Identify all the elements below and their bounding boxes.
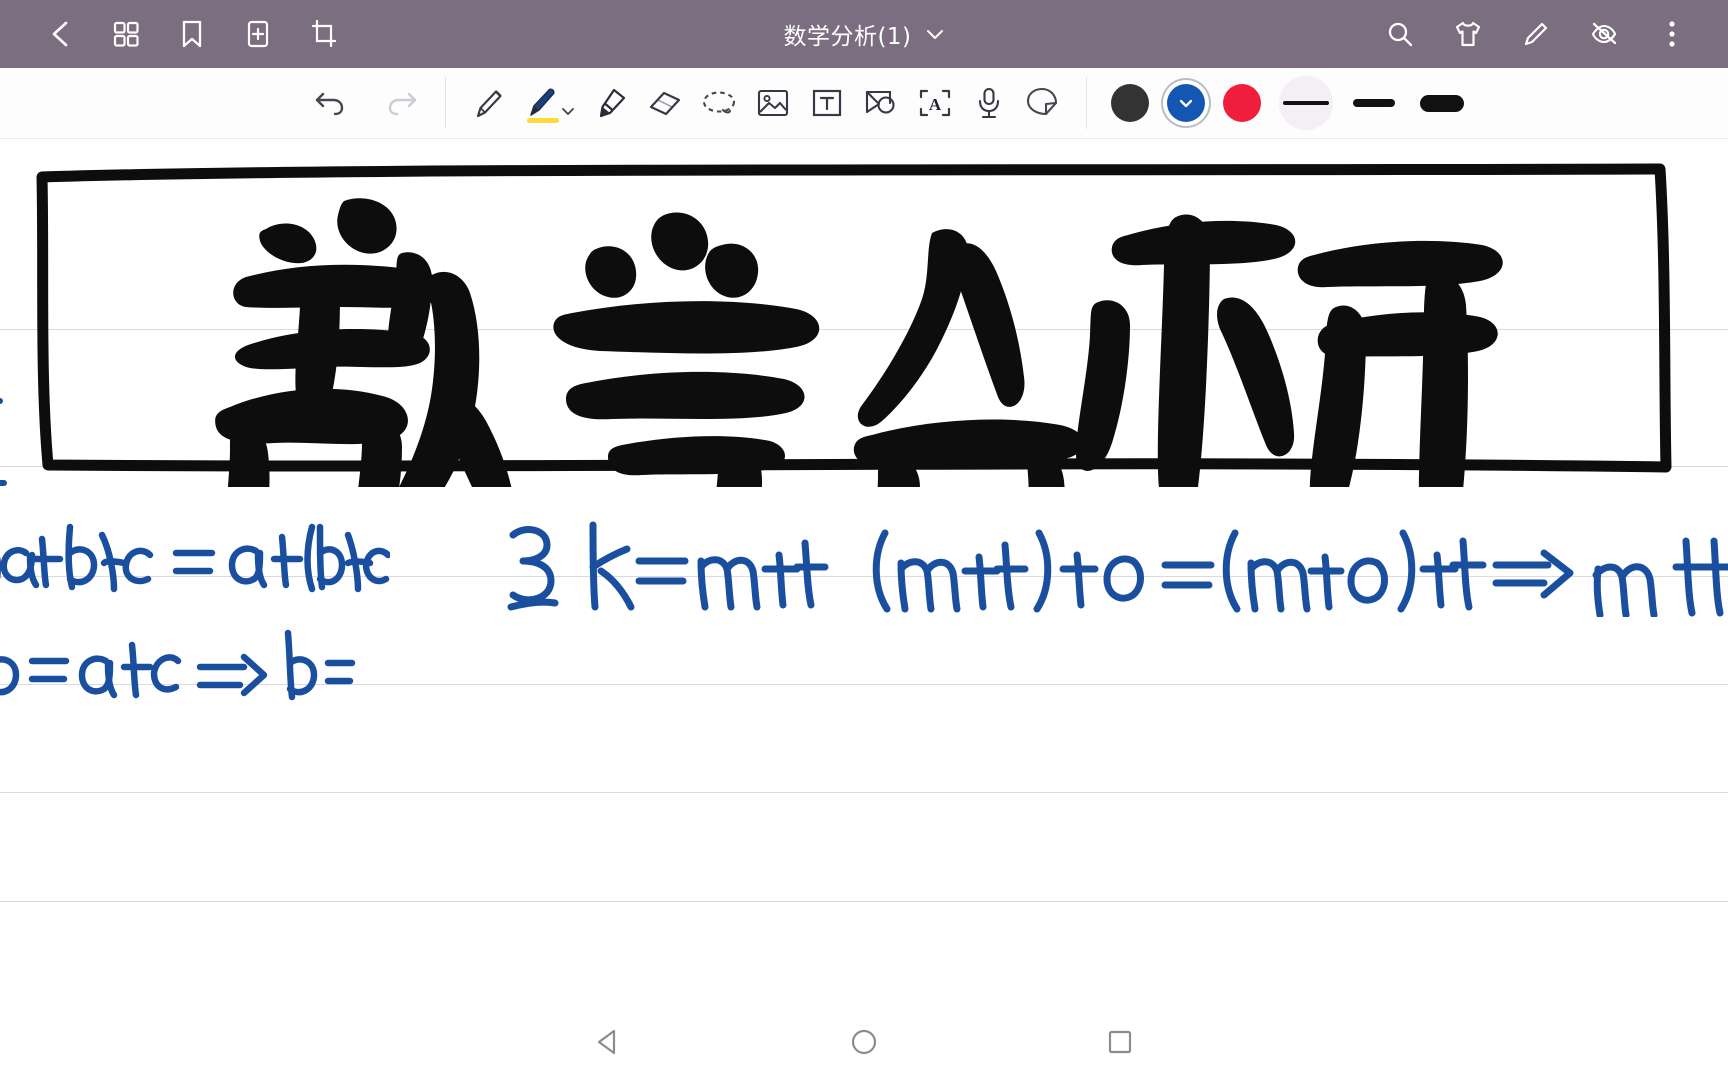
tool-textbox[interactable] <box>802 77 852 129</box>
android-navigation-bar <box>0 1008 1728 1080</box>
color-black[interactable] <box>1111 84 1149 122</box>
fountain-pen-icon <box>524 85 562 121</box>
tool-image[interactable] <box>748 77 798 129</box>
tool-highlighter[interactable] <box>586 77 636 129</box>
note-canvas[interactable]: 3 of 3 <box>0 139 1728 1080</box>
hide-ui-button[interactable] <box>1582 12 1626 56</box>
chevron-down-icon <box>1167 84 1205 122</box>
ruled-line <box>0 329 1728 330</box>
image-icon <box>756 88 790 118</box>
width-medium[interactable] <box>1347 76 1401 130</box>
grid-icon <box>112 20 140 48</box>
bookmark-button[interactable] <box>170 12 214 56</box>
color-group <box>1105 68 1261 138</box>
tool-eraser[interactable] <box>640 77 690 129</box>
tools-group: A <box>464 68 1068 138</box>
char-xi <box>1076 214 1503 487</box>
pencil-tool-icon <box>472 85 506 121</box>
appbar-right-actions <box>1378 12 1728 56</box>
stroke-preview-medium <box>1353 99 1395 107</box>
android-recents-button[interactable] <box>1090 1014 1150 1074</box>
edit-button[interactable] <box>1514 12 1558 56</box>
eraser-icon <box>647 87 683 119</box>
drawing-toolbar: A <box>0 68 1728 139</box>
stroke-preview-thick <box>1420 94 1464 112</box>
chevron-down-icon[interactable] <box>925 27 945 41</box>
more-button[interactable] <box>1650 12 1694 56</box>
search-button[interactable] <box>1378 12 1422 56</box>
appbar-left-actions <box>0 12 346 56</box>
svg-text:A: A <box>929 95 942 114</box>
template-button[interactable] <box>1446 12 1490 56</box>
ruled-line <box>0 466 1728 467</box>
note-line-2-left <box>0 629 356 701</box>
ink-left-edge-fragments <box>0 398 7 579</box>
chevron-down-icon[interactable] <box>560 105 576 117</box>
tool-ocr[interactable]: A <box>910 77 960 129</box>
more-vertical-icon <box>1667 19 1677 49</box>
tool-audio[interactable] <box>964 77 1014 129</box>
tool-pen[interactable] <box>518 77 574 129</box>
note-line-1-right <box>507 521 1487 613</box>
circle-home-icon <box>849 1027 879 1062</box>
microphone-icon <box>975 86 1003 120</box>
lasso-icon <box>700 88 738 118</box>
color-blue[interactable] <box>1167 84 1205 122</box>
tshirt-icon <box>1453 20 1483 48</box>
ruled-line <box>0 792 1728 793</box>
back-button[interactable] <box>38 12 82 56</box>
ruled-line <box>0 576 1728 577</box>
char-shu <box>215 198 512 487</box>
add-page-icon <box>245 19 271 49</box>
redo-button[interactable] <box>377 77 427 129</box>
android-home-button[interactable] <box>834 1014 894 1074</box>
textbox-icon <box>811 88 843 118</box>
chevron-left-icon <box>47 19 73 49</box>
handwritten-title-box <box>36 163 1672 487</box>
tool-sticker[interactable] <box>1018 77 1068 129</box>
text-recognize-icon: A <box>918 88 952 118</box>
square-recents-icon <box>1106 1028 1134 1061</box>
triangle-back-icon <box>594 1027 622 1062</box>
crop-icon <box>310 19 338 49</box>
char-xue <box>553 212 820 487</box>
sticker-icon <box>1026 87 1060 119</box>
tool-pencil[interactable] <box>464 77 514 129</box>
char-fen <box>853 229 1084 487</box>
shapes-icon <box>864 88 898 118</box>
history-group <box>0 68 427 138</box>
stroke-width-group <box>1261 68 1469 138</box>
undo-icon <box>313 88 347 118</box>
toolbar-divider-2 <box>1086 77 1087 129</box>
top-app-bar: 数学分析(1) <box>0 0 1728 68</box>
redo-icon <box>385 88 419 118</box>
tool-pen-active-indicator <box>527 118 559 123</box>
crop-button[interactable] <box>302 12 346 56</box>
width-thick[interactable] <box>1415 76 1469 130</box>
add-page-button[interactable] <box>236 12 280 56</box>
document-title-text: 数学分析(1) <box>783 24 912 50</box>
tool-shapes[interactable] <box>856 77 906 129</box>
eye-off-icon <box>1589 21 1619 47</box>
note-line-1-left <box>0 523 390 593</box>
ruled-line <box>0 901 1728 902</box>
highlighter-icon <box>593 85 629 121</box>
color-red[interactable] <box>1223 84 1261 122</box>
pencil-icon <box>1522 20 1550 48</box>
note-line-1-right-tail <box>1492 537 1728 617</box>
width-thin[interactable] <box>1279 76 1333 130</box>
tool-lasso[interactable] <box>694 77 744 129</box>
stroke-preview-thin <box>1283 101 1329 105</box>
pages-button[interactable] <box>104 12 148 56</box>
android-back-button[interactable] <box>578 1014 638 1074</box>
toolbar-divider-1 <box>445 77 446 129</box>
bookmark-icon <box>179 19 205 49</box>
undo-button[interactable] <box>305 77 355 129</box>
search-icon <box>1386 20 1414 48</box>
ruled-line <box>0 684 1728 685</box>
app-root: 数学分析(1) A <box>0 0 1728 1080</box>
